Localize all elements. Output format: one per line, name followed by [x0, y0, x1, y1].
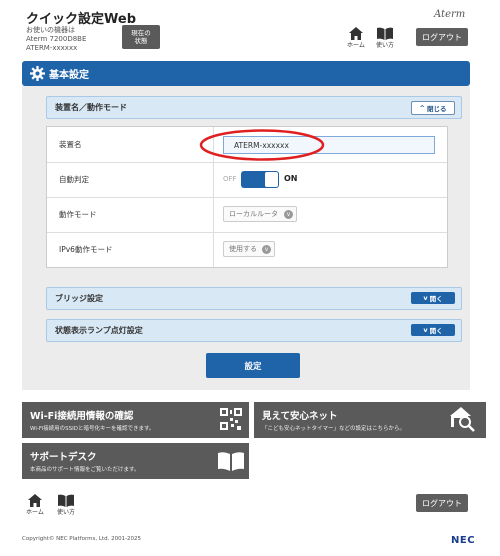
apply-settings-button[interactable]: 設定: [206, 353, 300, 378]
home-search-icon: [450, 407, 475, 432]
nec-logo: NEC: [451, 535, 476, 546]
aterm-logo: Aterm: [434, 9, 466, 20]
auto-detect-toggle[interactable]: [241, 171, 279, 188]
logout-button[interactable]: ログアウト: [416, 28, 468, 46]
bridge-settings-header[interactable]: ブリッジ設定 v 開く: [46, 287, 462, 310]
footer-home-label: ホーム: [26, 509, 44, 516]
close-label: 閉じる: [426, 105, 447, 113]
home-icon: [348, 27, 363, 40]
form-row-ipv6-mode: IPv6動作モード 使用する v: [47, 232, 447, 267]
safe-net-desc: 「こども安心ネットタイマー」などの設定はこちらから。: [262, 426, 406, 432]
wifi-info-title: Wi-Fi接続用情報の確認: [30, 411, 134, 422]
device-name-label: 装置名: [47, 127, 214, 162]
lamp-settings-title: 状態表示ランプ点灯設定: [55, 326, 143, 335]
help-button[interactable]: 使い方: [376, 27, 394, 49]
on-label: ON: [284, 174, 298, 183]
device-name: ATERM-xxxxxx: [26, 44, 78, 52]
auto-detect-label: 自動判定: [47, 162, 214, 197]
section-header: 基本設定: [22, 61, 470, 86]
chevron-down-icon: v: [262, 245, 271, 254]
footer-help-button[interactable]: 使い方: [57, 494, 75, 516]
bridge-settings-title: ブリッジ設定: [55, 294, 103, 303]
book-icon: [58, 494, 74, 507]
chevron-down-icon: v: [284, 210, 293, 219]
footer-home-button[interactable]: ホーム: [26, 494, 44, 516]
support-desk-tile[interactable]: サポートデスク 本商品のサポート情報をご覧いただけます。: [22, 443, 249, 479]
operation-mode-value: ローカルルータ: [229, 210, 278, 218]
ipv6-mode-value: 使用する: [229, 245, 257, 253]
device-info: お使いの機器は Aterm 7200D8BE ATERM-xxxxxx: [26, 26, 86, 53]
ipv6-mode-select[interactable]: 使用する v: [223, 241, 275, 257]
open-bridge-panel-button[interactable]: v 開く: [411, 292, 455, 304]
ipv6-mode-label: IPv6動作モード: [47, 232, 214, 267]
support-desk-title: サポートデスク: [30, 452, 97, 463]
book-icon: [377, 27, 393, 40]
chevron-down-icon: v: [423, 326, 428, 334]
help-label: 使い方: [376, 42, 395, 49]
annotation-ellipse: [199, 129, 325, 161]
section-title: 基本設定: [49, 70, 89, 81]
off-label: OFF: [223, 175, 237, 183]
device-mode-header[interactable]: 装置名／動作モード ^ 閉じる: [46, 96, 462, 119]
operation-mode-select[interactable]: ローカルルータ v: [223, 206, 297, 222]
footer-logout-button[interactable]: ログアウト: [416, 494, 468, 512]
home-icon: [27, 494, 42, 507]
wifi-info-tile[interactable]: Wi-Fi接続用情報の確認 Wi-Fi接続用のSSIDと暗号化キーを確認できます…: [22, 402, 249, 438]
home-label: ホーム: [347, 42, 365, 49]
form-row-auto-detect: 自動判定 OFF ON: [47, 162, 447, 198]
wifi-info-desc: Wi-Fi接続用のSSIDと暗号化キーを確認できます。: [30, 426, 155, 432]
device-info-line: お使いの機器は: [26, 26, 75, 34]
qr-code-icon: [220, 408, 242, 430]
toggle-knob: [265, 172, 278, 187]
footer-help-label: 使い方: [57, 509, 76, 516]
support-desk-desc: 本商品のサポート情報をご覧いただけます。: [30, 467, 140, 473]
app-title: クイック設定Web: [26, 12, 136, 27]
open-label: 開く: [429, 327, 443, 335]
open-lamp-panel-button[interactable]: v 開く: [411, 324, 455, 336]
device-model: Aterm 7200D8BE: [26, 35, 87, 43]
current-status-button[interactable]: 現在の 状態: [122, 25, 160, 49]
gear-icon: [30, 66, 45, 81]
safe-net-title: 見えて安心ネット: [262, 411, 338, 422]
chevron-down-icon: v: [423, 294, 428, 302]
book-icon: [218, 452, 244, 471]
chevron-up-icon: ^: [419, 104, 425, 112]
form-row-operation-mode: 動作モード ローカルルータ v: [47, 197, 447, 233]
operation-mode-label: 動作モード: [47, 197, 214, 232]
close-device-panel-button[interactable]: ^ 閉じる: [411, 101, 455, 115]
open-label: 開く: [429, 295, 443, 303]
safe-net-tile[interactable]: 見えて安心ネット 「こども安心ネットタイマー」などの設定はこちらから。: [254, 402, 486, 438]
device-mode-title: 装置名／動作モード: [55, 103, 127, 112]
home-button[interactable]: ホーム: [347, 27, 365, 49]
copyright: Copyright© NEC Platforms, Ltd. 2001-2025: [22, 536, 142, 542]
lamp-settings-header[interactable]: 状態表示ランプ点灯設定 v 開く: [46, 319, 462, 342]
